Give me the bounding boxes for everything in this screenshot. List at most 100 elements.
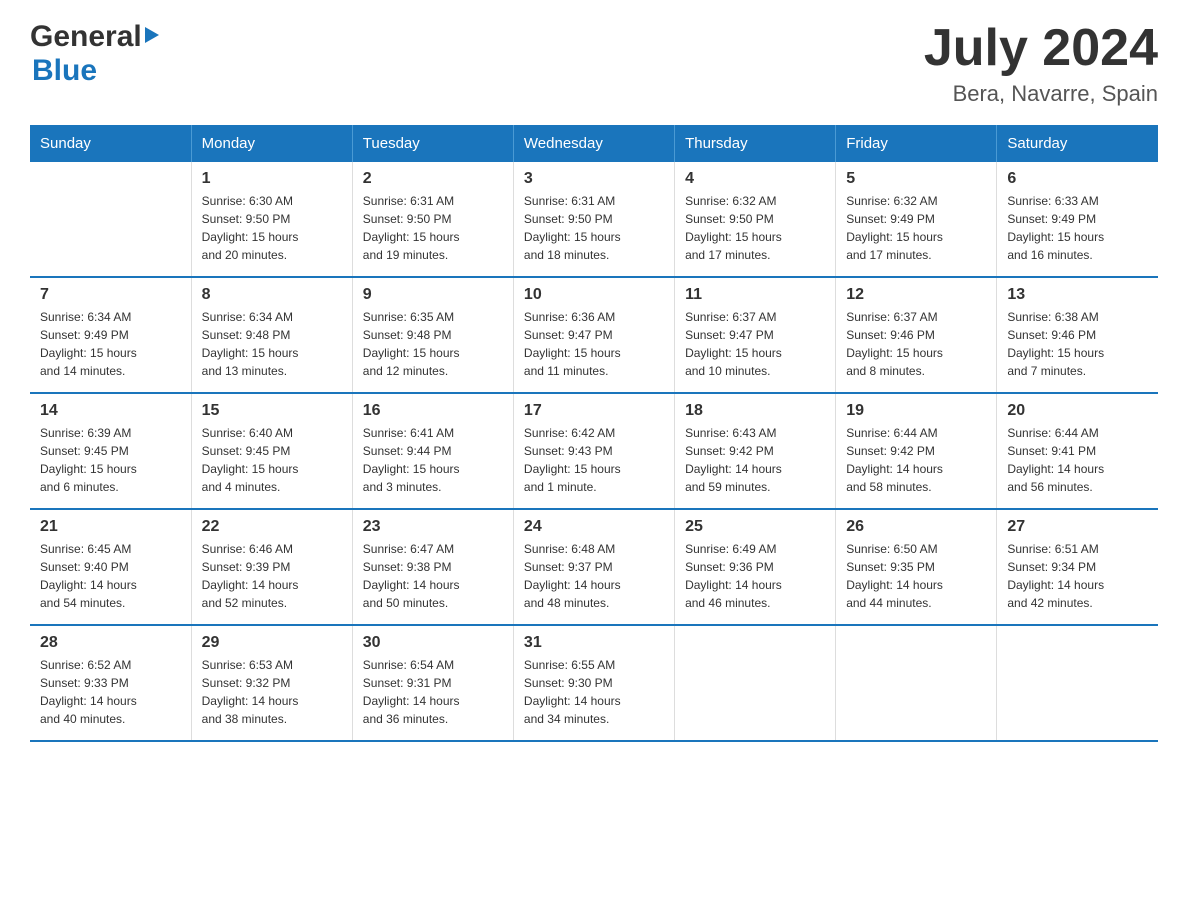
calendar-cell: 2Sunrise: 6:31 AM Sunset: 9:50 PM Daylig…: [352, 162, 513, 277]
calendar-cell: 13Sunrise: 6:38 AM Sunset: 9:46 PM Dayli…: [997, 277, 1158, 393]
calendar-cell: 28Sunrise: 6:52 AM Sunset: 9:33 PM Dayli…: [30, 625, 191, 741]
day-number: 24: [524, 518, 664, 536]
calendar-header-row: SundayMondayTuesdayWednesdayThursdayFrid…: [30, 125, 1158, 162]
day-info: Sunrise: 6:47 AM Sunset: 9:38 PM Dayligh…: [363, 540, 503, 612]
day-info: Sunrise: 6:52 AM Sunset: 9:33 PM Dayligh…: [40, 656, 181, 728]
calendar-cell: [836, 625, 997, 741]
day-info: Sunrise: 6:35 AM Sunset: 9:48 PM Dayligh…: [363, 308, 503, 380]
day-number: 2: [363, 170, 503, 188]
calendar-cell: 14Sunrise: 6:39 AM Sunset: 9:45 PM Dayli…: [30, 393, 191, 509]
week-row-2: 7 Sunrise: 6:34 AM Sunset: 9:49 PM Daylig…: [30, 277, 1158, 393]
day-info: Sunrise: 6:30 AM Sunset: 9:50 PM Dayligh…: [202, 192, 342, 264]
day-info: Sunrise: 6:40 AM Sunset: 9:45 PM Dayligh…: [202, 424, 342, 496]
day-info: Sunrise: 6:48 AM Sunset: 9:37 PM Dayligh…: [524, 540, 664, 612]
day-number: 27: [1007, 518, 1148, 536]
day-number: 7: [40, 286, 181, 304]
day-number: 10: [524, 286, 664, 304]
calendar-cell: 27Sunrise: 6:51 AM Sunset: 9:34 PM Dayli…: [997, 509, 1158, 625]
day-number: 13: [1007, 286, 1148, 304]
day-info: Sunrise: 6:34 AM Sunset: 9:48 PM Dayligh…: [202, 308, 342, 380]
week-row-1: 1 Sunrise: 6:30 AM Sunset: 9:50 PM Daylig…: [30, 162, 1158, 277]
calendar-cell: 20Sunrise: 6:44 AM Sunset: 9:41 PM Dayli…: [997, 393, 1158, 509]
calendar-cell: [675, 625, 836, 741]
day-info: Sunrise: 6:31 AM Sunset: 9:50 PM Dayligh…: [524, 192, 664, 264]
calendar-cell: 25Sunrise: 6:49 AM Sunset: 9:36 PM Dayli…: [675, 509, 836, 625]
calendar-cell: 6 Sunrise: 6:33 AM Sunset: 9:49 PM Daylig…: [997, 162, 1158, 277]
day-number: 29: [202, 634, 342, 652]
day-number: 1: [202, 170, 342, 188]
week-row-5: 28Sunrise: 6:52 AM Sunset: 9:33 PM Dayli…: [30, 625, 1158, 741]
day-number: 16: [363, 402, 503, 420]
logo-general-text: General: [30, 20, 142, 54]
calendar-cell: 4 Sunrise: 6:32 AM Sunset: 9:50 PM Daylig…: [675, 162, 836, 277]
week-row-4: 21 Sunrise: 6:45 AM Sunset: 9:40 PM Dayli…: [30, 509, 1158, 625]
calendar-cell: 21 Sunrise: 6:45 AM Sunset: 9:40 PM Dayli…: [30, 509, 191, 625]
day-number: 23: [363, 518, 503, 536]
title-section: July 2024 Bera, Navarre, Spain: [924, 20, 1158, 107]
logo-blue-text: Blue: [32, 54, 97, 87]
calendar-cell: 23 Sunrise: 6:47 AM Sunset: 9:38 PM Dayli…: [352, 509, 513, 625]
day-number: 14: [40, 402, 181, 420]
day-info: Sunrise: 6:41 AM Sunset: 9:44 PM Dayligh…: [363, 424, 503, 496]
day-info: Sunrise: 6:46 AM Sunset: 9:39 PM Dayligh…: [202, 540, 342, 612]
day-info: Sunrise: 6:49 AM Sunset: 9:36 PM Dayligh…: [685, 540, 825, 612]
header-tuesday: Tuesday: [352, 125, 513, 162]
header-sunday: Sunday: [30, 125, 191, 162]
calendar-cell: 10 Sunrise: 6:36 AM Sunset: 9:47 PM Dayli…: [513, 277, 674, 393]
header-wednesday: Wednesday: [513, 125, 674, 162]
day-number: 26: [846, 518, 986, 536]
week-row-3: 14Sunrise: 6:39 AM Sunset: 9:45 PM Dayli…: [30, 393, 1158, 509]
calendar-cell: 30 Sunrise: 6:54 AM Sunset: 9:31 PM Dayli…: [352, 625, 513, 741]
calendar-cell: 22 Sunrise: 6:46 AM Sunset: 9:39 PM Dayli…: [191, 509, 352, 625]
day-number: 5: [846, 170, 986, 188]
day-info: Sunrise: 6:42 AM Sunset: 9:43 PM Dayligh…: [524, 424, 664, 496]
logo-arrow-icon: [145, 27, 159, 43]
day-number: 30: [363, 634, 503, 652]
day-info: Sunrise: 6:34 AM Sunset: 9:49 PM Dayligh…: [40, 308, 181, 380]
calendar-table: SundayMondayTuesdayWednesdayThursdayFrid…: [30, 125, 1158, 742]
day-info: Sunrise: 6:32 AM Sunset: 9:49 PM Dayligh…: [846, 192, 986, 264]
day-number: 4: [685, 170, 825, 188]
day-info: Sunrise: 6:44 AM Sunset: 9:42 PM Dayligh…: [846, 424, 986, 496]
day-info: Sunrise: 6:37 AM Sunset: 9:47 PM Dayligh…: [685, 308, 825, 380]
header-friday: Friday: [836, 125, 997, 162]
logo: General Blue: [30, 20, 159, 88]
month-year-title: July 2024: [924, 20, 1158, 77]
header-thursday: Thursday: [675, 125, 836, 162]
calendar-cell: 12Sunrise: 6:37 AM Sunset: 9:46 PM Dayli…: [836, 277, 997, 393]
calendar-cell: 1 Sunrise: 6:30 AM Sunset: 9:50 PM Daylig…: [191, 162, 352, 277]
calendar-cell: 31 Sunrise: 6:55 AM Sunset: 9:30 PM Dayli…: [513, 625, 674, 741]
day-number: 20: [1007, 402, 1148, 420]
calendar-cell: 7 Sunrise: 6:34 AM Sunset: 9:49 PM Daylig…: [30, 277, 191, 393]
calendar-cell: 26 Sunrise: 6:50 AM Sunset: 9:35 PM Dayli…: [836, 509, 997, 625]
day-number: 21: [40, 518, 181, 536]
day-info: Sunrise: 6:32 AM Sunset: 9:50 PM Dayligh…: [685, 192, 825, 264]
calendar-cell: 19Sunrise: 6:44 AM Sunset: 9:42 PM Dayli…: [836, 393, 997, 509]
location-subtitle: Bera, Navarre, Spain: [924, 81, 1158, 107]
day-info: Sunrise: 6:54 AM Sunset: 9:31 PM Dayligh…: [363, 656, 503, 728]
day-info: Sunrise: 6:45 AM Sunset: 9:40 PM Dayligh…: [40, 540, 181, 612]
day-info: Sunrise: 6:55 AM Sunset: 9:30 PM Dayligh…: [524, 656, 664, 728]
day-number: 6: [1007, 170, 1148, 188]
calendar-cell: 24 Sunrise: 6:48 AM Sunset: 9:37 PM Dayli…: [513, 509, 674, 625]
day-info: Sunrise: 6:50 AM Sunset: 9:35 PM Dayligh…: [846, 540, 986, 612]
day-number: 8: [202, 286, 342, 304]
day-number: 18: [685, 402, 825, 420]
day-number: 15: [202, 402, 342, 420]
calendar-cell: 9 Sunrise: 6:35 AM Sunset: 9:48 PM Daylig…: [352, 277, 513, 393]
calendar-cell: [997, 625, 1158, 741]
day-number: 9: [363, 286, 503, 304]
day-info: Sunrise: 6:53 AM Sunset: 9:32 PM Dayligh…: [202, 656, 342, 728]
day-info: Sunrise: 6:33 AM Sunset: 9:49 PM Dayligh…: [1007, 192, 1148, 264]
calendar-cell: 5 Sunrise: 6:32 AM Sunset: 9:49 PM Daylig…: [836, 162, 997, 277]
header-monday: Monday: [191, 125, 352, 162]
calendar-cell: 18Sunrise: 6:43 AM Sunset: 9:42 PM Dayli…: [675, 393, 836, 509]
day-info: Sunrise: 6:36 AM Sunset: 9:47 PM Dayligh…: [524, 308, 664, 380]
day-number: 12: [846, 286, 986, 304]
header-saturday: Saturday: [997, 125, 1158, 162]
day-number: 22: [202, 518, 342, 536]
page-header: General Blue July 2024 Bera, Navarre, Sp…: [30, 20, 1158, 107]
day-number: 11: [685, 286, 825, 304]
day-number: 31: [524, 634, 664, 652]
calendar-cell: 8 Sunrise: 6:34 AM Sunset: 9:48 PM Daylig…: [191, 277, 352, 393]
